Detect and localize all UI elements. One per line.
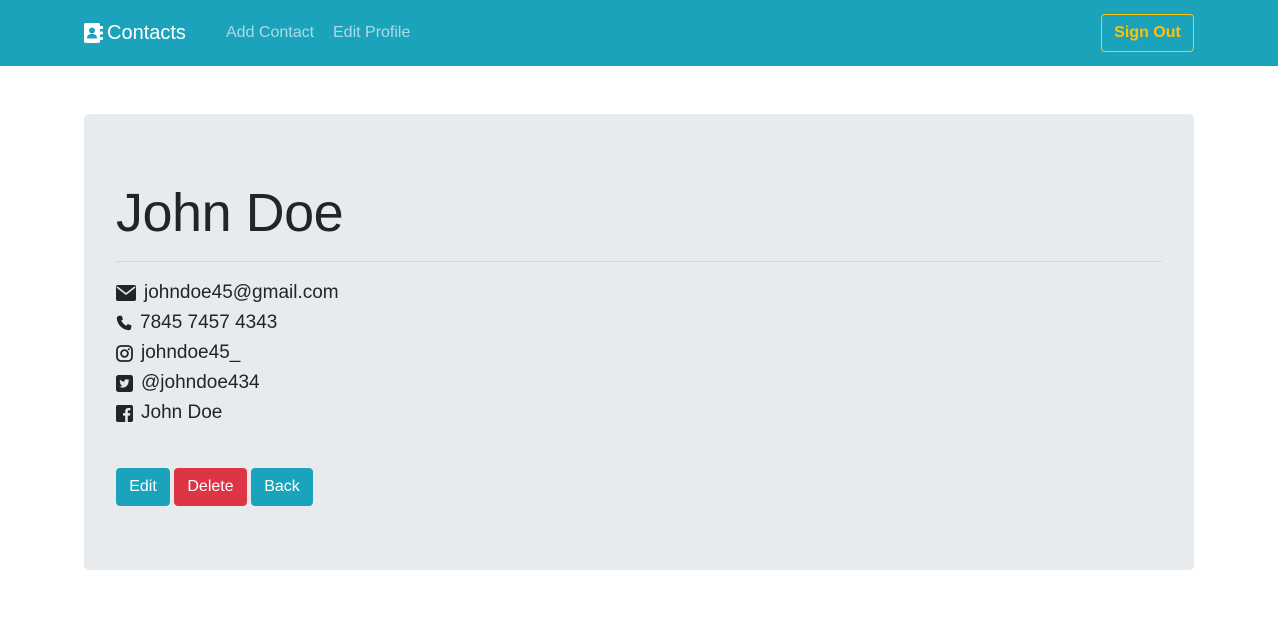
phone-icon: [116, 315, 132, 331]
facebook-text: John Doe: [141, 402, 223, 423]
twitter-text: @johndoe434: [141, 372, 260, 393]
nav-add-contact[interactable]: Add Contact: [226, 23, 314, 43]
nav-edit-profile[interactable]: Edit Profile: [333, 23, 410, 43]
twitter-row: @johndoe434: [116, 371, 260, 395]
instagram-text: johndoe45_: [141, 342, 241, 363]
brand-link[interactable]: Contacts: [84, 21, 186, 45]
instagram-row: johndoe45_: [116, 341, 240, 365]
facebook-icon: [116, 404, 133, 422]
brand-label: Contacts: [107, 21, 186, 44]
instagram-icon: [116, 344, 133, 362]
email-row: johndoe45@gmail.com: [116, 281, 339, 305]
email-text: johndoe45@gmail.com: [144, 282, 339, 303]
sign-out-button[interactable]: Sign Out: [1101, 14, 1194, 52]
phone-text: 7845 7457 4343: [140, 312, 278, 333]
twitter-icon: [116, 374, 133, 392]
back-button[interactable]: Back: [251, 468, 313, 506]
delete-button[interactable]: Delete: [174, 468, 247, 506]
envelope-icon: [116, 285, 136, 301]
top-navbar: Contacts Add Contact Edit Profile Sign O…: [0, 0, 1278, 66]
contact-card: John Doe johndoe45@gmail.com 7845 7457 4…: [84, 114, 1194, 570]
divider: [116, 261, 1162, 262]
contact-name: John Doe: [116, 183, 344, 243]
address-book-icon: [84, 23, 103, 43]
facebook-row: John Doe: [116, 401, 222, 425]
phone-row: 7845 7457 4343: [116, 311, 277, 335]
edit-button[interactable]: Edit: [116, 468, 170, 506]
